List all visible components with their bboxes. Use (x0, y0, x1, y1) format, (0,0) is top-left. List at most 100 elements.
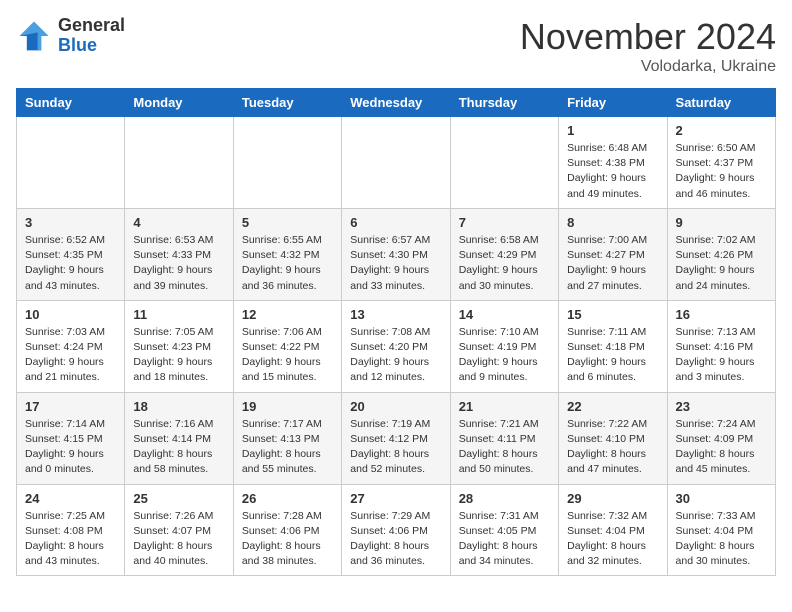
calendar-cell: 26Sunrise: 7:28 AM Sunset: 4:06 PM Dayli… (233, 484, 341, 576)
day-info: Sunrise: 6:58 AM Sunset: 4:29 PM Dayligh… (459, 233, 550, 294)
calendar-week-row: 1 Sunrise: 6:48 AM Sunset: 4:38 PM Daylig… (17, 117, 776, 209)
calendar-cell: 7Sunrise: 6:58 AM Sunset: 4:29 PM Daylig… (450, 208, 558, 300)
calendar-cell: 25 Sunrise: 7:26 AM Sunset: 4:07 PM Dayli… (125, 484, 233, 576)
weekday-header: Monday (125, 89, 233, 117)
day-number: 8 (567, 215, 658, 230)
day-number: 13 (350, 307, 441, 322)
day-number: 11 (133, 307, 224, 322)
weekday-header: Thursday (450, 89, 558, 117)
day-info: Sunrise: 7:26 AM Sunset: 4:07 PM Dayligh… (133, 509, 224, 570)
location-title: Volodarka, Ukraine (520, 58, 776, 76)
calendar-cell: 28 Sunrise: 7:31 AM Sunset: 4:05 PM Dayli… (450, 484, 558, 576)
day-info: Sunrise: 7:22 AM Sunset: 4:10 PM Dayligh… (567, 417, 658, 478)
calendar-cell: 13Sunrise: 7:08 AM Sunset: 4:20 PM Dayli… (342, 300, 450, 392)
calendar-cell: 8 Sunrise: 7:00 AM Sunset: 4:27 PM Daylig… (559, 208, 667, 300)
calendar-cell: 29 Sunrise: 7:32 AM Sunset: 4:04 PM Dayli… (559, 484, 667, 576)
day-number: 2 (676, 123, 767, 138)
calendar-cell (450, 117, 558, 209)
day-info: Sunrise: 7:11 AM Sunset: 4:18 PM Dayligh… (567, 325, 658, 386)
month-title: November 2024 (520, 16, 776, 58)
calendar-cell: 23 Sunrise: 7:24 AM Sunset: 4:09 PM Dayli… (667, 392, 775, 484)
calendar-cell (342, 117, 450, 209)
calendar-cell: 4Sunrise: 6:53 AM Sunset: 4:33 PM Daylig… (125, 208, 233, 300)
calendar: SundayMondayTuesdayWednesdayThursdayFrid… (16, 88, 776, 576)
day-number: 20 (350, 399, 441, 414)
calendar-cell: 15 Sunrise: 7:11 AM Sunset: 4:18 PM Dayli… (559, 300, 667, 392)
day-number: 5 (242, 215, 333, 230)
calendar-cell: 10Sunrise: 7:03 AM Sunset: 4:24 PM Dayli… (17, 300, 125, 392)
day-info: Sunrise: 7:06 AM Sunset: 4:22 PM Dayligh… (242, 325, 333, 386)
day-info: Sunrise: 7:17 AM Sunset: 4:13 PM Dayligh… (242, 417, 333, 478)
calendar-cell: 19 Sunrise: 7:17 AM Sunset: 4:13 PM Dayli… (233, 392, 341, 484)
calendar-cell: 27 Sunrise: 7:29 AM Sunset: 4:06 PM Dayli… (342, 484, 450, 576)
day-number: 23 (676, 399, 767, 414)
day-number: 17 (25, 399, 116, 414)
weekday-header: Saturday (667, 89, 775, 117)
day-info: Sunrise: 7:24 AM Sunset: 4:09 PM Dayligh… (676, 417, 767, 478)
day-info: Sunrise: 7:03 AM Sunset: 4:24 PM Dayligh… (25, 325, 116, 386)
calendar-cell: 12 Sunrise: 7:06 AM Sunset: 4:22 PM Dayli… (233, 300, 341, 392)
day-number: 15 (567, 307, 658, 322)
calendar-cell: 24Sunrise: 7:25 AM Sunset: 4:08 PM Dayli… (17, 484, 125, 576)
day-info: Sunrise: 7:13 AM Sunset: 4:16 PM Dayligh… (676, 325, 767, 386)
calendar-cell: 3Sunrise: 6:52 AM Sunset: 4:35 PM Daylig… (17, 208, 125, 300)
day-info: Sunrise: 7:25 AM Sunset: 4:08 PM Dayligh… (25, 509, 116, 570)
calendar-week-row: 10Sunrise: 7:03 AM Sunset: 4:24 PM Dayli… (17, 300, 776, 392)
day-info: Sunrise: 7:02 AM Sunset: 4:26 PM Dayligh… (676, 233, 767, 294)
calendar-cell: 2 Sunrise: 6:50 AM Sunset: 4:37 PM Daylig… (667, 117, 775, 209)
day-number: 1 (567, 123, 658, 138)
title-area: November 2024 Volodarka, Ukraine (520, 16, 776, 76)
logo-blue: Blue (58, 36, 125, 56)
day-number: 16 (676, 307, 767, 322)
calendar-cell: 1 Sunrise: 6:48 AM Sunset: 4:38 PM Daylig… (559, 117, 667, 209)
day-info: Sunrise: 7:14 AM Sunset: 4:15 PM Dayligh… (25, 417, 116, 478)
day-info: Sunrise: 6:57 AM Sunset: 4:30 PM Dayligh… (350, 233, 441, 294)
day-info: Sunrise: 7:10 AM Sunset: 4:19 PM Dayligh… (459, 325, 550, 386)
day-number: 6 (350, 215, 441, 230)
logo-general: General (58, 16, 125, 36)
calendar-cell: 30Sunrise: 7:33 AM Sunset: 4:04 PM Dayli… (667, 484, 775, 576)
day-number: 12 (242, 307, 333, 322)
day-info: Sunrise: 6:50 AM Sunset: 4:37 PM Dayligh… (676, 141, 767, 202)
day-info: Sunrise: 6:52 AM Sunset: 4:35 PM Dayligh… (25, 233, 116, 294)
calendar-cell: 20 Sunrise: 7:19 AM Sunset: 4:12 PM Dayli… (342, 392, 450, 484)
calendar-cell: 22 Sunrise: 7:22 AM Sunset: 4:10 PM Dayli… (559, 392, 667, 484)
day-number: 19 (242, 399, 333, 414)
day-number: 25 (133, 491, 224, 506)
day-info: Sunrise: 6:55 AM Sunset: 4:32 PM Dayligh… (242, 233, 333, 294)
calendar-cell (233, 117, 341, 209)
calendar-week-row: 24Sunrise: 7:25 AM Sunset: 4:08 PM Dayli… (17, 484, 776, 576)
calendar-cell: 16 Sunrise: 7:13 AM Sunset: 4:16 PM Dayli… (667, 300, 775, 392)
calendar-cell: 6 Sunrise: 6:57 AM Sunset: 4:30 PM Daylig… (342, 208, 450, 300)
calendar-week-row: 3Sunrise: 6:52 AM Sunset: 4:35 PM Daylig… (17, 208, 776, 300)
calendar-cell (125, 117, 233, 209)
day-number: 14 (459, 307, 550, 322)
calendar-cell (17, 117, 125, 209)
day-number: 28 (459, 491, 550, 506)
weekday-header: Friday (559, 89, 667, 117)
calendar-cell: 17 Sunrise: 7:14 AM Sunset: 4:15 PM Dayli… (17, 392, 125, 484)
logo-icon (16, 18, 52, 54)
weekday-header: Wednesday (342, 89, 450, 117)
day-info: Sunrise: 7:28 AM Sunset: 4:06 PM Dayligh… (242, 509, 333, 570)
day-number: 21 (459, 399, 550, 414)
day-number: 4 (133, 215, 224, 230)
weekday-row: SundayMondayTuesdayWednesdayThursdayFrid… (17, 89, 776, 117)
day-number: 27 (350, 491, 441, 506)
day-info: Sunrise: 6:48 AM Sunset: 4:38 PM Dayligh… (567, 141, 658, 202)
calendar-header: SundayMondayTuesdayWednesdayThursdayFrid… (17, 89, 776, 117)
logo: General Blue (16, 16, 125, 56)
day-info: Sunrise: 7:21 AM Sunset: 4:11 PM Dayligh… (459, 417, 550, 478)
day-number: 29 (567, 491, 658, 506)
day-number: 9 (676, 215, 767, 230)
calendar-cell: 5 Sunrise: 6:55 AM Sunset: 4:32 PM Daylig… (233, 208, 341, 300)
day-info: Sunrise: 7:31 AM Sunset: 4:05 PM Dayligh… (459, 509, 550, 570)
weekday-header: Sunday (17, 89, 125, 117)
day-info: Sunrise: 7:29 AM Sunset: 4:06 PM Dayligh… (350, 509, 441, 570)
day-info: Sunrise: 7:32 AM Sunset: 4:04 PM Dayligh… (567, 509, 658, 570)
day-info: Sunrise: 7:00 AM Sunset: 4:27 PM Dayligh… (567, 233, 658, 294)
day-info: Sunrise: 7:33 AM Sunset: 4:04 PM Dayligh… (676, 509, 767, 570)
day-number: 22 (567, 399, 658, 414)
logo-text: General Blue (58, 16, 125, 56)
day-info: Sunrise: 7:19 AM Sunset: 4:12 PM Dayligh… (350, 417, 441, 478)
